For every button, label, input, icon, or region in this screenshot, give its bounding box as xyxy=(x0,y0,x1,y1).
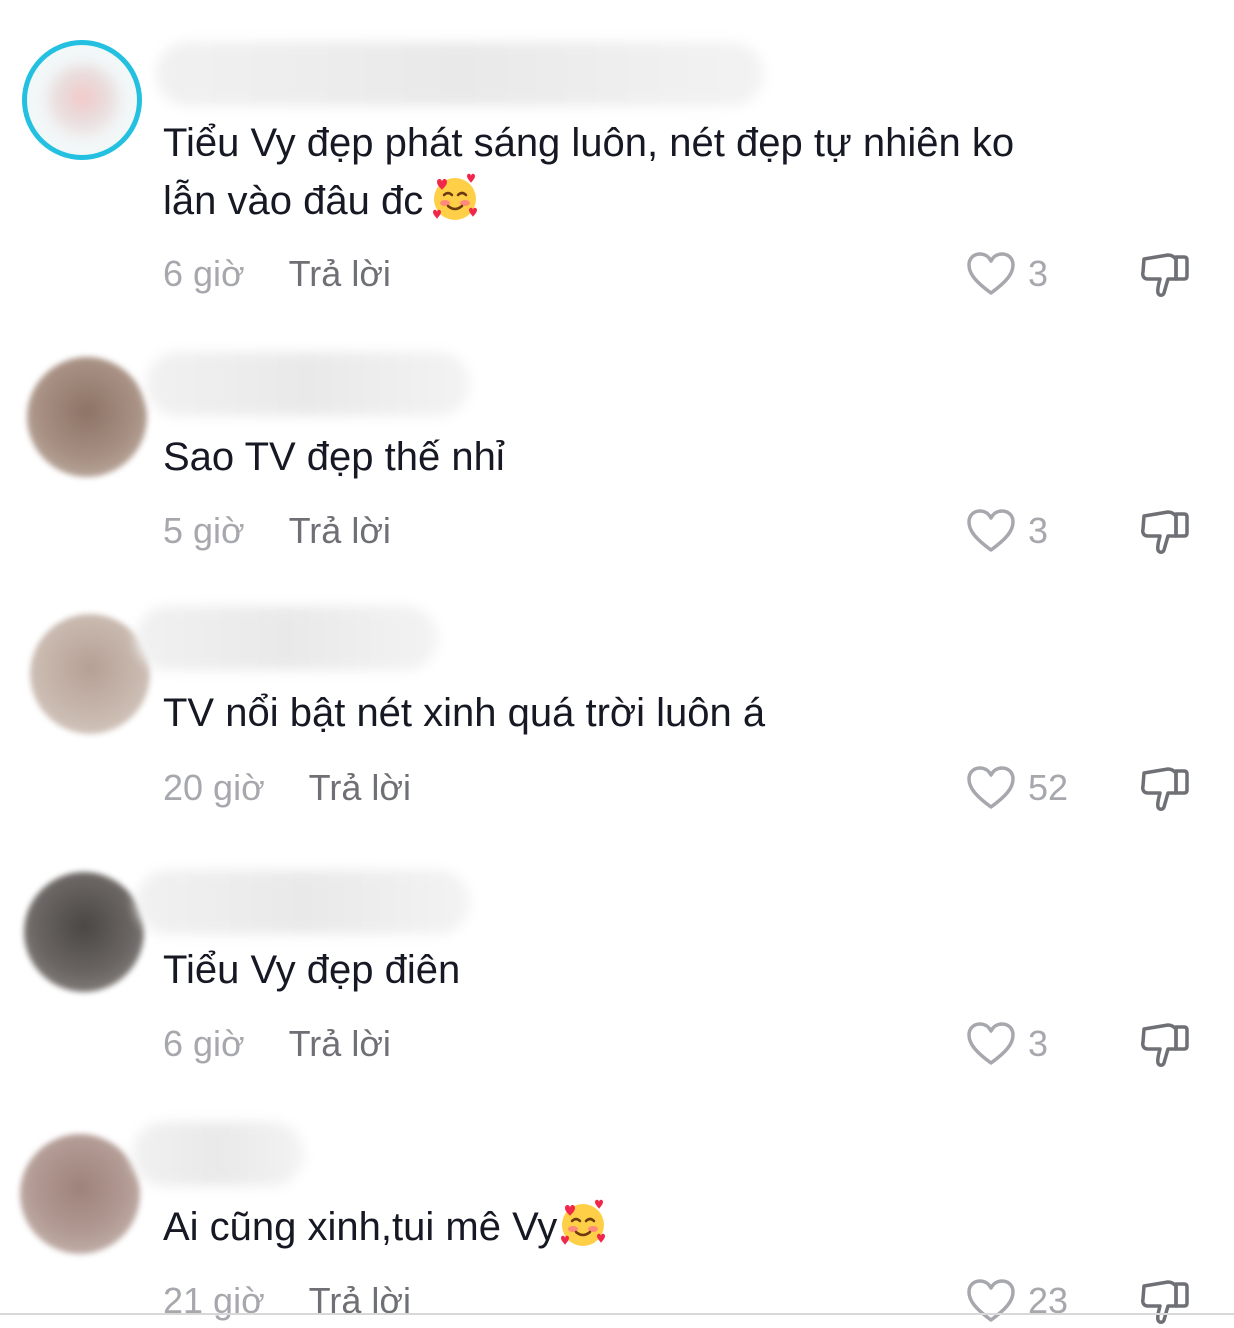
comment-text: Tiểu Vy đẹp điên xyxy=(163,948,461,992)
reply-button[interactable]: Trả lời xyxy=(289,510,391,551)
comment-time: 20 giờ xyxy=(163,767,265,808)
like-count: 52 xyxy=(1028,767,1069,808)
smiling-face-with-hearts-icon xyxy=(429,172,481,224)
heart-icon xyxy=(966,508,1016,554)
comment-meta: 21 giờ Trả lời xyxy=(163,1281,411,1321)
avatar[interactable] xyxy=(24,872,144,992)
comment-time: 5 giờ xyxy=(163,510,245,551)
comment-text: Tiểu Vy đẹp phát sáng luôn, nét đẹp tự n… xyxy=(163,121,1015,224)
like-count: 3 xyxy=(1028,1023,1049,1064)
avatar[interactable] xyxy=(22,40,142,160)
reply-button[interactable]: Trả lời xyxy=(289,1023,391,1064)
heart-icon xyxy=(966,765,1016,811)
avatar[interactable] xyxy=(20,1134,140,1254)
comment-time: 6 giờ xyxy=(163,253,245,294)
like-button[interactable]: 3 xyxy=(966,508,1048,554)
heart-icon xyxy=(966,1278,1016,1324)
like-count: 23 xyxy=(1028,1280,1069,1321)
like-button[interactable]: 52 xyxy=(966,765,1068,811)
heart-icon xyxy=(966,251,1016,297)
like-count: 3 xyxy=(1028,510,1049,551)
like-button[interactable]: 3 xyxy=(966,1021,1048,1067)
comment-meta: 5 giờ Trả lời xyxy=(163,511,391,551)
like-count: 3 xyxy=(1028,253,1049,294)
comment-text: TV nổi bật nét xinh quá trời luôn á xyxy=(163,691,766,735)
reply-button[interactable]: Trả lời xyxy=(309,767,411,808)
dislike-button[interactable] xyxy=(1138,763,1190,815)
divider xyxy=(0,1313,1234,1315)
comment-text: Ai cũng xinh,tui mê Vy xyxy=(163,1198,1144,1256)
comment-time: 6 giờ xyxy=(163,1023,245,1064)
smiling-face-with-hearts-icon xyxy=(557,1198,609,1250)
comment-text: Sao TV đẹp thế nhỉ xyxy=(163,435,505,479)
dislike-button[interactable] xyxy=(1138,1019,1190,1071)
heart-icon xyxy=(966,1021,1016,1067)
username-blurred[interactable] xyxy=(156,42,764,106)
like-button[interactable]: 3 xyxy=(966,251,1048,297)
comment-meta: 20 giờ Trả lời xyxy=(163,768,411,808)
username-blurred[interactable] xyxy=(136,870,470,934)
reply-button[interactable]: Trả lời xyxy=(289,253,391,294)
comment-meta: 6 giờ Trả lời xyxy=(163,1024,391,1064)
comment-meta: 6 giờ Trả lời xyxy=(163,254,391,294)
username-blurred[interactable] xyxy=(132,1122,304,1186)
dislike-button[interactable] xyxy=(1138,1276,1190,1328)
dislike-button[interactable] xyxy=(1138,506,1190,558)
username-blurred[interactable] xyxy=(136,606,438,670)
like-button[interactable]: 23 xyxy=(966,1278,1068,1324)
username-blurred[interactable] xyxy=(146,352,470,416)
avatar[interactable] xyxy=(30,614,150,734)
avatar[interactable] xyxy=(27,357,147,477)
dislike-button[interactable] xyxy=(1138,249,1190,301)
